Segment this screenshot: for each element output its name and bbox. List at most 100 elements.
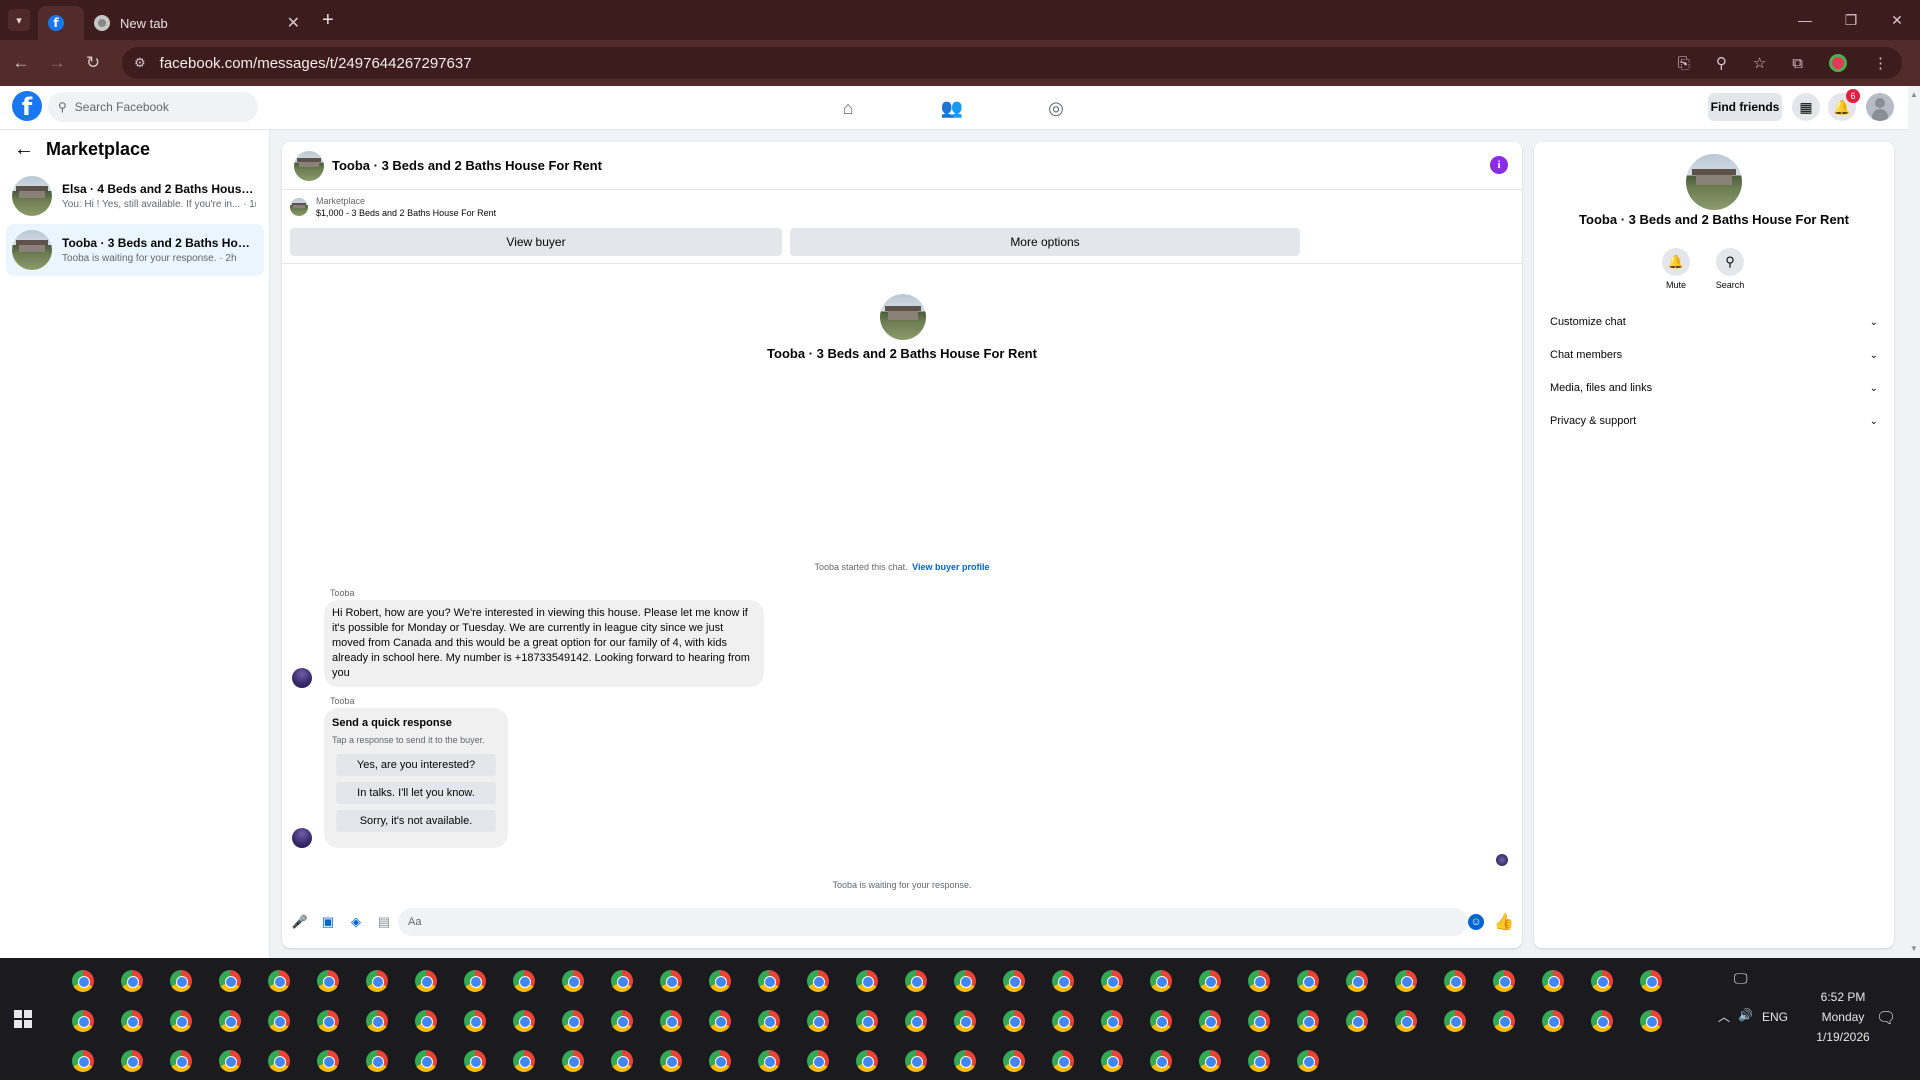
taskbar-app-icon[interactable] [170, 1050, 192, 1072]
taskbar-app-icon[interactable] [758, 1050, 780, 1072]
taskbar-app-icon[interactable] [660, 970, 682, 992]
facebook-search-input[interactable]: ⚲ Search Facebook [48, 92, 258, 122]
taskbar-app-icon[interactable] [1101, 970, 1123, 992]
taskbar-app-icon[interactable] [905, 1050, 927, 1072]
sender-avatar[interactable] [292, 668, 312, 688]
listing-summary[interactable]: Marketplace $1,000 - 3 Beds and 2 Baths … [290, 196, 496, 218]
browser-menu-icon[interactable]: ⋮ [1873, 54, 1888, 72]
section-chat-members[interactable]: Chat members ⌄ [1544, 341, 1884, 369]
taskbar-app-icon[interactable] [268, 1050, 290, 1072]
language-indicator[interactable]: ENG [1762, 1010, 1788, 1024]
taskbar-app-icon[interactable] [1199, 1010, 1221, 1032]
taskbar-app-icon[interactable] [1493, 1010, 1515, 1032]
bookmark-star-icon[interactable]: ☆ [1753, 54, 1766, 72]
install-app-icon[interactable]: ⎘ [1678, 55, 1690, 72]
taskbar-app-icon[interactable] [1199, 970, 1221, 992]
taskbar-app-icon[interactable] [611, 970, 633, 992]
taskbar-app-icon[interactable] [1591, 970, 1613, 992]
taskbar-app-icon[interactable] [954, 1010, 976, 1032]
taskbar-app-icon[interactable] [121, 970, 143, 992]
conversation-item[interactable]: Elsa · 4 Beds and 2 Baths House Fo... Yo… [6, 170, 264, 222]
taskbar-app-icon[interactable] [1150, 1050, 1172, 1072]
taskbar-app-icon[interactable] [1248, 970, 1270, 992]
taskbar-app-icon[interactable] [219, 970, 241, 992]
taskbar-app-icon[interactable] [170, 1010, 192, 1032]
taskbar-app-icon[interactable] [758, 970, 780, 992]
taskbar-app-icon[interactable] [1052, 1010, 1074, 1032]
photo-icon[interactable]: ▣ [314, 908, 342, 936]
taskbar-app-icon[interactable] [856, 970, 878, 992]
close-window-button[interactable]: ✕ [1874, 0, 1920, 40]
minimize-button[interactable]: — [1782, 0, 1828, 40]
clock-time[interactable]: 6:52 PM [1798, 990, 1888, 1004]
taskbar-app-icon[interactable] [366, 1010, 388, 1032]
zoom-icon[interactable]: ⚲ [1716, 54, 1727, 72]
taskbar-app-icon[interactable] [905, 970, 927, 992]
menu-grid-icon[interactable]: ▦ [1792, 93, 1820, 121]
chat-avatar[interactable] [294, 150, 324, 181]
taskbar-app-icon[interactable] [72, 1010, 94, 1032]
page-scrollbar[interactable]: ▲ ▼ [1908, 86, 1920, 958]
restore-button[interactable]: ❐ [1828, 0, 1874, 40]
emoji-icon[interactable]: ☺ [1468, 914, 1484, 930]
taskbar-app-icon[interactable] [562, 1010, 584, 1032]
tray-overflow-icon[interactable]: ︿ [1718, 1008, 1730, 1025]
find-friends-button[interactable]: Find friends [1708, 93, 1782, 121]
microphone-icon[interactable]: 🎤 [286, 908, 314, 936]
taskbar-app-icon[interactable] [709, 1010, 731, 1032]
taskbar-app-icon[interactable] [121, 1050, 143, 1072]
friends-nav-icon[interactable]: 👥 [930, 86, 974, 130]
facebook-logo-icon[interactable]: f [12, 91, 42, 121]
sender-avatar[interactable] [292, 828, 312, 848]
home-nav-icon[interactable]: ⌂ [826, 86, 870, 130]
taskbar-app-icon[interactable] [807, 1010, 829, 1032]
taskbar-app-icon[interactable] [1003, 970, 1025, 992]
taskbar-app-icon[interactable] [366, 1050, 388, 1072]
taskbar-app-icon[interactable] [954, 970, 976, 992]
taskbar-app-icon[interactable] [1101, 1050, 1123, 1072]
taskbar-app-icon[interactable] [268, 1010, 290, 1032]
windows-start-icon[interactable] [14, 1010, 32, 1028]
taskbar-app-icon[interactable] [219, 1050, 241, 1072]
mute-button[interactable]: 🔔 Mute [1646, 248, 1706, 290]
notifications-bell-icon[interactable]: 🔔 6 [1828, 89, 1860, 121]
search-conversation-button[interactable]: ⚲ Search [1700, 248, 1760, 290]
taskbar-app-icon[interactable] [1640, 970, 1662, 992]
clock-day[interactable]: Monday [1798, 1010, 1888, 1024]
tab-search-button[interactable]: ▾ [8, 9, 30, 31]
extensions-icon[interactable]: ⧉ [1792, 55, 1803, 72]
taskbar-app-icon[interactable] [219, 1010, 241, 1032]
taskbar-app-icon[interactable] [513, 1050, 535, 1072]
taskbar-app-icon[interactable] [72, 970, 94, 992]
taskbar-app-icon[interactable] [1199, 1050, 1221, 1072]
section-media-files-links[interactable]: Media, files and links ⌄ [1544, 374, 1884, 402]
taskbar-app-icon[interactable] [856, 1010, 878, 1032]
tab-new-tab[interactable]: New tab ✕ [84, 6, 310, 40]
info-icon[interactable]: i [1490, 156, 1508, 174]
taskbar-app-icon[interactable] [1493, 970, 1515, 992]
url-text[interactable]: facebook.com/messages/t/2497644267297637 [160, 55, 472, 72]
thumbs-up-icon[interactable]: 👍 [1494, 912, 1514, 932]
notification-center-icon[interactable]: 🗨 [1876, 1008, 1896, 1028]
groups-nav-icon[interactable]: ◎ [1034, 86, 1078, 130]
taskbar-app-icon[interactable] [1297, 970, 1319, 992]
taskbar-app-icon[interactable] [1395, 1010, 1417, 1032]
tab-facebook[interactable]: f [38, 6, 84, 40]
new-tab-button[interactable]: + [322, 9, 334, 32]
taskbar-app-icon[interactable] [562, 970, 584, 992]
profile-icon[interactable] [1829, 54, 1847, 72]
taskbar-app-icon[interactable] [562, 1050, 584, 1072]
taskbar-app-icon[interactable] [415, 1010, 437, 1032]
view-buyer-profile-link[interactable]: View buyer profile [912, 562, 989, 572]
taskbar-app-icon[interactable] [317, 970, 339, 992]
taskbar-app-icon[interactable] [1003, 1050, 1025, 1072]
taskbar-app-icon[interactable] [1444, 1010, 1466, 1032]
quick-response-option[interactable]: Yes, are you interested? [336, 754, 496, 776]
reload-button[interactable]: ↻ [78, 48, 108, 78]
clock-date[interactable]: 1/19/2026 [1798, 1030, 1888, 1044]
scroll-up-icon[interactable]: ▲ [1910, 90, 1918, 99]
section-customize-chat[interactable]: Customize chat ⌄ [1544, 308, 1884, 336]
taskbar-app-icon[interactable] [1101, 1010, 1123, 1032]
taskbar-app-icon[interactable] [1395, 970, 1417, 992]
taskbar-app-icon[interactable] [1248, 1050, 1270, 1072]
